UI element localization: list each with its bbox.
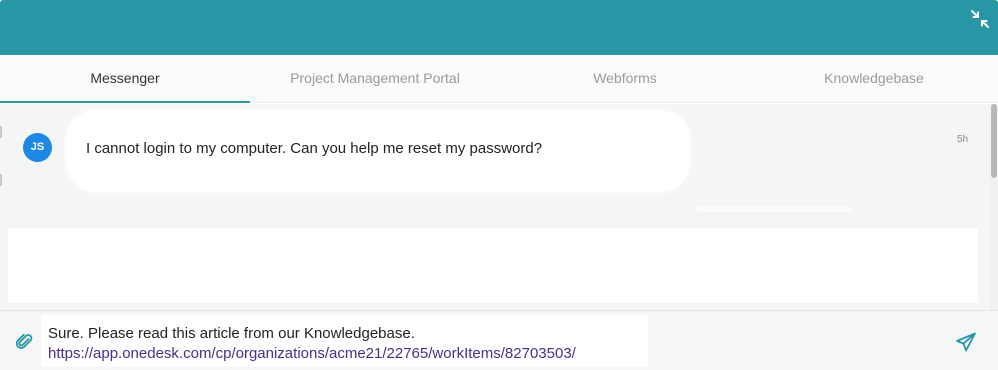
tab-knowledgebase[interactable]: Knowledgebase	[750, 55, 998, 103]
collapse-button[interactable]	[970, 9, 990, 29]
attach-button[interactable]	[15, 333, 34, 351]
tab-project-management-portal[interactable]: Project Management Portal	[250, 55, 500, 103]
message-timestamp: 5h	[957, 134, 969, 145]
article-link[interactable]: https://app.onedesk.com/cp/organizations…	[48, 345, 576, 362]
tab-webforms[interactable]: Webforms	[500, 55, 750, 103]
tab-messenger[interactable]: Messenger	[0, 55, 250, 103]
paperclip-icon	[15, 333, 33, 349]
message-composer: Sure. Please read this article from our …	[0, 310, 998, 370]
divider	[696, 206, 852, 212]
message-bubble: I cannot login to my computer. Can you h…	[66, 110, 690, 192]
send-button[interactable]	[955, 332, 977, 352]
paper-plane-icon	[956, 332, 976, 352]
scrollbar[interactable]	[990, 104, 998, 310]
widget-header	[0, 0, 998, 55]
tab-bar: Messenger Project Management Portal Webf…	[0, 55, 998, 103]
collapse-arrows-icon	[971, 10, 989, 28]
scrollbar-thumb[interactable]	[991, 104, 997, 178]
message-item: JS I cannot login to my computer. Can yo…	[0, 110, 990, 200]
reply-text-line: Sure. Please read this article from our …	[48, 325, 415, 342]
avatar: JS	[23, 133, 52, 162]
reply-preview-panel	[8, 228, 978, 303]
message-text: I cannot login to my computer. Can you h…	[86, 140, 543, 157]
reply-input[interactable]: Sure. Please read this article from our …	[41, 315, 648, 367]
